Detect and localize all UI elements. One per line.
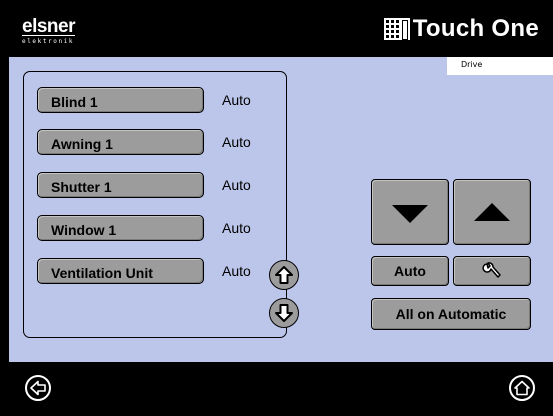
- drive-button-label: Window 1: [51, 222, 117, 238]
- brand-title: Touch One: [383, 15, 539, 43]
- drive-button-label: Ventilation Unit: [51, 265, 153, 281]
- drive-status: Auto: [222, 177, 251, 193]
- drive-button-awning-1[interactable]: Awning 1: [37, 129, 204, 155]
- footer-bar: [0, 362, 553, 416]
- scroll-up-button[interactable]: [269, 260, 299, 290]
- drive-status: Auto: [222, 263, 251, 279]
- drive-button-shutter-1[interactable]: Shutter 1: [37, 172, 204, 198]
- arrow-down-outline-icon: [275, 304, 293, 322]
- drive-status: Auto: [222, 134, 251, 150]
- section-tag: Drive: [447, 57, 553, 75]
- drive-status: Auto: [222, 92, 251, 108]
- drive-list: Blind 1 Auto Awning 1 Auto Shutter 1 Aut…: [23, 71, 299, 338]
- home-icon: [514, 380, 530, 396]
- auto-button-label: Auto: [394, 263, 426, 279]
- drive-button-window-1[interactable]: Window 1: [37, 215, 204, 241]
- brand-text: Touch One: [412, 15, 539, 42]
- elsner-logo: elsner elektronik: [22, 16, 75, 45]
- move-up-button[interactable]: [453, 179, 531, 245]
- section-label: Drive: [461, 60, 483, 69]
- auto-button[interactable]: Auto: [371, 256, 449, 286]
- touch-panel-screen: elsner elektronik Touch One Drive Blind …: [0, 0, 553, 416]
- back-button[interactable]: [25, 375, 51, 401]
- drive-button-label: Shutter 1: [51, 179, 112, 195]
- logo-subtitle: elektronik: [22, 38, 75, 45]
- triangle-up-icon: [474, 203, 510, 221]
- scroll-down-button[interactable]: [269, 298, 299, 328]
- header-bar: elsner elektronik Touch One: [0, 0, 553, 56]
- arrow-left-icon: [30, 380, 46, 396]
- drive-button-label: Blind 1: [51, 94, 98, 110]
- building-icon: [383, 18, 410, 40]
- main-panel: Drive Blind 1 Auto Awning 1 Auto Shutter…: [9, 57, 553, 362]
- triangle-down-icon: [392, 205, 428, 223]
- all-on-automatic-label: All on Automatic: [395, 306, 507, 322]
- drive-button-label: Awning 1: [51, 136, 113, 152]
- wrench-icon: [482, 262, 501, 278]
- arrow-up-outline-icon: [275, 266, 293, 284]
- drive-button-blind-1[interactable]: Blind 1: [37, 87, 204, 113]
- all-on-automatic-button[interactable]: All on Automatic: [371, 298, 531, 330]
- drive-button-ventilation-unit[interactable]: Ventilation Unit: [37, 258, 204, 284]
- logo-name: elsner: [22, 16, 75, 37]
- move-down-button[interactable]: [371, 179, 449, 245]
- drive-status: Auto: [222, 220, 251, 236]
- home-button[interactable]: [509, 375, 535, 401]
- settings-button[interactable]: [453, 256, 531, 286]
